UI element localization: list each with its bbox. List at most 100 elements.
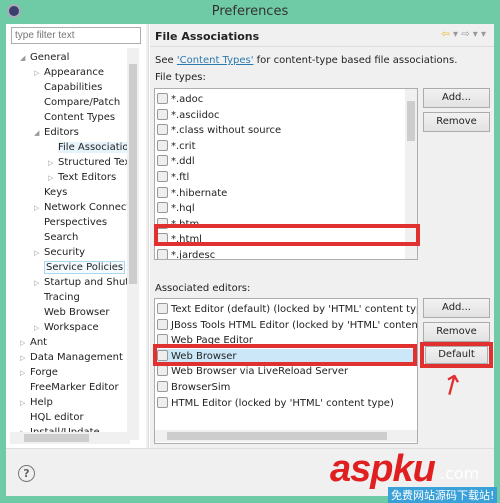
tree-item[interactable]: ▷Startup and Shutdown bbox=[34, 275, 134, 290]
tree-item[interactable]: Search bbox=[34, 230, 78, 245]
forward-arrow-icon[interactable]: ⇨ bbox=[461, 29, 469, 40]
file-type-icon bbox=[157, 155, 168, 167]
list-item[interactable]: JBoss Tools HTML Editor (locked by 'HTML… bbox=[157, 318, 418, 333]
tree-hscroll-thumb[interactable] bbox=[24, 434, 89, 442]
tree-item[interactable]: ▷ Data Management bbox=[20, 350, 123, 365]
tree-item[interactable]: ◢ Editors bbox=[34, 125, 79, 140]
list-item[interactable]: *.hql bbox=[157, 201, 415, 216]
collapsed-arrow-icon[interactable]: ▷ bbox=[48, 171, 58, 186]
list-item[interactable]: Text Editor (default) (locked by 'HTML' … bbox=[157, 302, 418, 317]
collapsed-arrow-icon[interactable]: ▷ bbox=[34, 246, 44, 261]
collapsed-arrow-icon[interactable]: ▷ bbox=[34, 321, 44, 336]
list-item[interactable]: Web Browser via LiveReload Server bbox=[157, 364, 415, 379]
watermark-logo: aspku bbox=[330, 448, 436, 490]
tree-item[interactable]: ▷ Text Editors bbox=[48, 170, 116, 185]
tree-item[interactable]: HQL editor bbox=[20, 410, 84, 425]
tree-item-label: FreeMarker Editor bbox=[30, 382, 119, 393]
tree-item[interactable]: ▷ Workspace bbox=[34, 320, 99, 335]
collapsed-arrow-icon[interactable]: ▷ bbox=[34, 276, 44, 291]
tree-item[interactable]: Tracing bbox=[34, 290, 80, 305]
tree-item-label: Structured Text bbox=[58, 157, 134, 168]
remove-file-type-button[interactable]: Remove bbox=[423, 112, 490, 132]
list-item[interactable]: *.crit bbox=[157, 139, 415, 154]
tree-item[interactable]: ▷ Ant bbox=[20, 335, 47, 350]
tree-item-label: Forge bbox=[30, 367, 58, 378]
page-navigation: ⇦ ▾ ⇨ ▾ ▾ bbox=[441, 29, 486, 40]
file-type-icon bbox=[157, 186, 168, 198]
tree-item[interactable]: Content Types bbox=[34, 110, 115, 125]
back-arrow-icon[interactable]: ⇦ bbox=[441, 29, 449, 40]
list-item-label: *.asciidoc bbox=[171, 109, 220, 121]
watermark-subtitle: 免费网站源码下载站! bbox=[388, 487, 498, 503]
tree-item[interactable]: File Associations bbox=[48, 140, 134, 155]
list-item-label: *.hibernate bbox=[171, 187, 228, 199]
list-item[interactable]: *.ddl bbox=[157, 154, 415, 169]
add-file-type-button[interactable]: Add... bbox=[423, 88, 490, 108]
list-item-label: JBoss Tools HTML Editor (locked by 'HTML… bbox=[171, 319, 418, 331]
preferences-dialog: ◢General▷AppearanceCapabilities Compare/P… bbox=[6, 24, 494, 496]
expanded-arrow-icon[interactable]: ◢ bbox=[20, 51, 30, 66]
collapsed-arrow-icon[interactable]: ▷ bbox=[20, 366, 30, 381]
tree-item[interactable]: FreeMarker Editor bbox=[20, 380, 119, 395]
tree-item[interactable]: ▷ Appearance bbox=[34, 65, 104, 80]
file-type-icon bbox=[157, 108, 168, 120]
list-item[interactable]: HTML Editor (locked by 'HTML' content ty… bbox=[157, 396, 415, 411]
expanded-arrow-icon[interactable]: ◢ bbox=[34, 126, 44, 141]
list-item[interactable]: *.adoc bbox=[157, 92, 415, 107]
tree-item[interactable]: Web Browser bbox=[34, 305, 110, 320]
tree-item-label: Content Types bbox=[44, 112, 116, 123]
file-type-icon bbox=[157, 303, 168, 314]
file-type-icon bbox=[157, 396, 168, 408]
content-types-link[interactable]: 'Content Types' bbox=[177, 55, 254, 66]
filter-input[interactable] bbox=[11, 27, 141, 44]
tree-item-label: Search bbox=[44, 232, 79, 243]
preferences-tree: ◢ General ▷ Appearance Capabilities Compare/P… bbox=[6, 48, 134, 438]
tree-item[interactable]: Capabilities bbox=[34, 80, 102, 95]
file-type-icon bbox=[157, 139, 168, 151]
list-item-label: Text Editor (default) (locked by 'HTML' … bbox=[171, 304, 418, 315]
list-item-label: *.adoc bbox=[171, 94, 204, 105]
list-item[interactable]: *.ftl bbox=[157, 170, 415, 185]
editors-horizontal-scrollbar[interactable] bbox=[155, 430, 417, 442]
associated-editors-list[interactable]: Text Editor (default) (locked by 'HTML' … bbox=[154, 298, 418, 444]
list-item[interactable]: *.asciidoc bbox=[157, 108, 415, 123]
tree-horizontal-scrollbar[interactable] bbox=[10, 432, 130, 444]
collapsed-arrow-icon[interactable]: ▷ bbox=[20, 351, 30, 366]
file-type-icon bbox=[157, 93, 168, 104]
list-item-label: *.class without source bbox=[171, 125, 282, 137]
tree-item[interactable]: ▷ Help bbox=[20, 395, 53, 410]
collapsed-arrow-icon[interactable]: ▷ bbox=[20, 336, 30, 351]
desc-text-end: for content-type based file associations… bbox=[253, 55, 458, 66]
tree-scroll-thumb[interactable] bbox=[129, 64, 137, 284]
file-type-icon bbox=[157, 249, 168, 259]
list-item-label: *.ddl bbox=[171, 156, 195, 168]
file-type-icon bbox=[157, 202, 168, 214]
tree-item[interactable]: Compare/Patch bbox=[34, 95, 120, 110]
remove-editor-button[interactable]: Remove bbox=[423, 322, 490, 342]
tree-item[interactable]: Perspectives bbox=[34, 215, 107, 230]
collapsed-arrow-icon[interactable]: ▷ bbox=[20, 396, 30, 411]
tree-item-label: Compare/Patch bbox=[44, 97, 121, 108]
list-item-label: *.crit bbox=[171, 140, 196, 152]
tree-item[interactable]: Service Policies bbox=[34, 260, 126, 275]
tree-item[interactable]: ▷ Forge bbox=[20, 365, 58, 380]
tree-item[interactable]: ▷ Security bbox=[34, 245, 85, 260]
collapsed-arrow-icon[interactable]: ▷ bbox=[48, 156, 58, 171]
page-title: File Associations bbox=[155, 30, 260, 43]
add-editor-button[interactable]: Add... bbox=[423, 298, 490, 318]
tree-item[interactable]: ▷ Structured Text bbox=[48, 155, 134, 170]
tree-item[interactable]: ▷Network Connections bbox=[34, 200, 134, 215]
collapsed-arrow-icon[interactable]: ▷ bbox=[34, 66, 44, 81]
list-item[interactable]: *.hibernate bbox=[157, 186, 415, 201]
tree-item[interactable]: Keys bbox=[34, 185, 67, 200]
tree-item-label: Perspectives bbox=[44, 217, 108, 228]
list-item[interactable]: *.class without source bbox=[157, 123, 415, 138]
help-button[interactable]: ? bbox=[18, 465, 35, 482]
view-menu-icon[interactable]: ▾ bbox=[481, 29, 486, 40]
tree-item[interactable]: ◢ General bbox=[20, 50, 69, 65]
default-button[interactable]: Default bbox=[425, 346, 488, 364]
list-item[interactable]: *.jardesc bbox=[157, 248, 415, 259]
collapsed-arrow-icon[interactable]: ▷ bbox=[34, 201, 44, 216]
file-types-label: File types: bbox=[155, 72, 206, 83]
list-item[interactable]: BrowserSim bbox=[157, 380, 415, 395]
